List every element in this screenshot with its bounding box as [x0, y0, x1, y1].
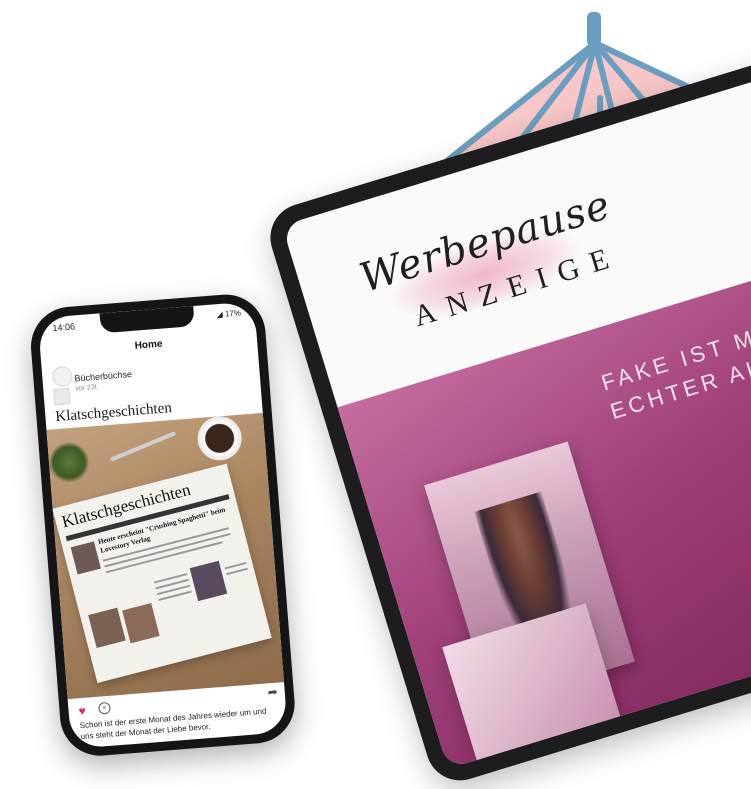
post-image[interactable]: Klatschgeschichten Heute erscheint "Crus…	[46, 412, 284, 700]
newspaper-photo	[189, 560, 228, 602]
newspaper-image: Klatschgeschichten Heute erscheint "Crus…	[52, 463, 272, 683]
nav-title: Home	[134, 338, 163, 352]
phone-notch	[99, 306, 195, 334]
newspaper-photo	[122, 602, 160, 644]
status-battery: ◢ 17%	[216, 308, 241, 319]
promo-scene: Werbepause ANZEIGE FAKE IST MANCHMAL ECH…	[0, 0, 751, 789]
phone-screen: 14:06 ◢ 17% Home Bücherbüchse vor 23t Kl…	[37, 301, 288, 749]
author-name[interactable]: Bücherbüchse	[74, 369, 132, 383]
status-time: 14:06	[52, 321, 76, 334]
coffee-cup-image	[196, 414, 244, 463]
pen-image	[109, 431, 177, 462]
battery-level: 17%	[224, 308, 242, 319]
umbrella-top-knob	[587, 12, 601, 46]
avatar[interactable]	[51, 365, 74, 388]
tablet-device: Werbepause ANZEIGE FAKE IST MANCHMAL ECH…	[262, 51, 751, 789]
newspaper-photo	[88, 607, 126, 649]
author-avatar[interactable]	[53, 388, 71, 406]
newspaper-text-line	[226, 567, 248, 576]
phone-device: 14:06 ◢ 17% Home Bücherbüchse vor 23t Kl…	[28, 291, 298, 759]
newspaper-photo	[70, 541, 101, 575]
rose-petals-image	[735, 511, 751, 662]
post-timestamp: vor 23t	[75, 383, 97, 393]
plant-image	[47, 440, 91, 484]
heart-icon[interactable]: ♥	[78, 704, 86, 719]
comment-icon[interactable]: ≡	[98, 701, 111, 715]
tablet-screen: Werbepause ANZEIGE FAKE IST MANCHMAL ECH…	[281, 71, 751, 769]
share-icon[interactable]: ➦	[267, 685, 278, 700]
